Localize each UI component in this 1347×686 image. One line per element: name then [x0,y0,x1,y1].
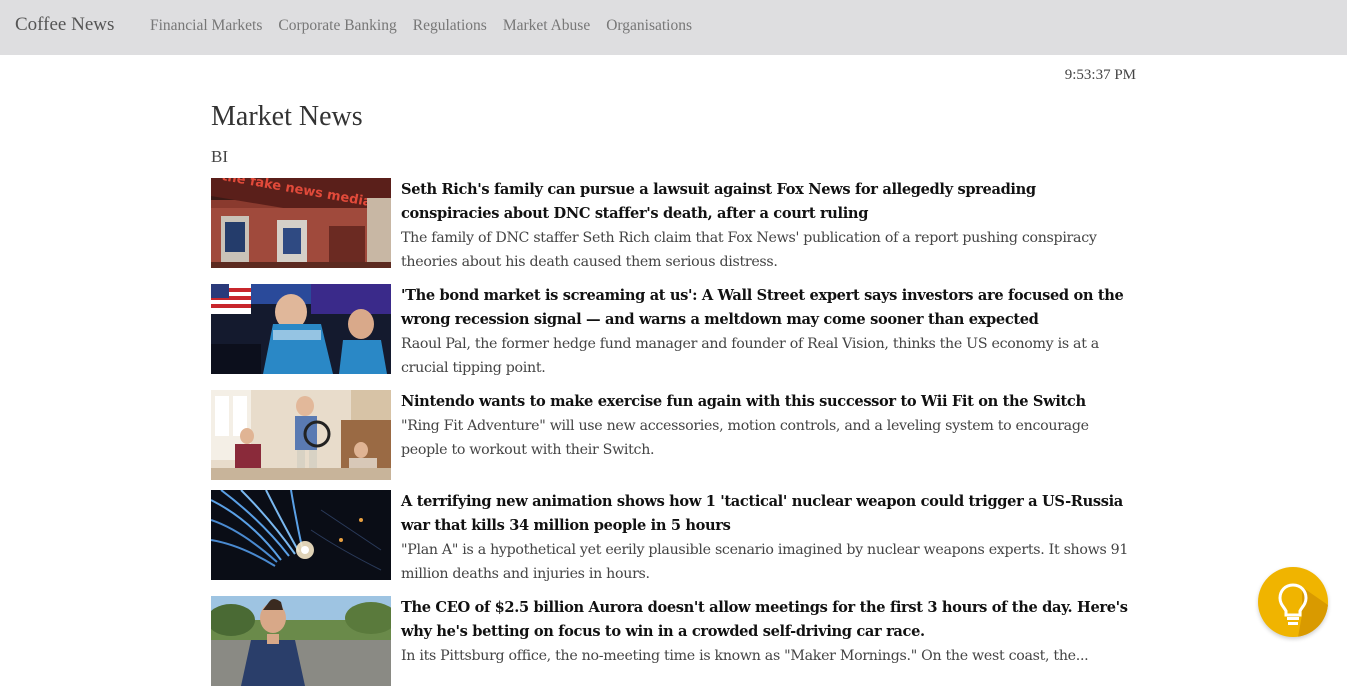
article-thumbnail[interactable] [211,284,391,374]
nav-link-organisations[interactable]: Organisations [606,17,692,35]
nav-link-regulations[interactable]: Regulations [413,17,487,35]
article-summary: The family of DNC staffer Seth Rich clai… [401,230,1097,270]
article-summary: "Plan A" is a hypothetical yet eerily pl… [401,542,1129,582]
lightbulb-icon [1278,583,1328,637]
article-headline[interactable]: Seth Rich's family can pursue a lawsuit … [401,178,1136,226]
article-headline[interactable]: The CEO of $2.5 billion Aurora doesn't a… [401,596,1136,644]
navbar: Coffee News Financial Markets Corporate … [0,0,1347,55]
article-summary: "Ring Fit Adventure" will use new access… [401,418,1089,458]
nav-links: Financial Markets Corporate Banking Regu… [150,17,692,35]
article-text: The CEO of $2.5 billion Aurora doesn't a… [401,596,1136,668]
article-summary: In its Pittsburg office, the no-meeting … [401,648,1089,664]
page-title: Market News [211,101,363,132]
article-thumbnail[interactable] [211,390,391,480]
article-thumbnail[interactable]: the fake news media [211,178,391,268]
source-label: BI [211,147,228,166]
article-thumbnail[interactable] [211,596,391,686]
article-text: 'The bond market is screaming at us': A … [401,284,1136,380]
article-summary: Raoul Pal, the former hedge fund manager… [401,336,1099,376]
nav-link-financial-markets[interactable]: Financial Markets [150,17,262,35]
article-text: Nintendo wants to make exercise fun agai… [401,390,1136,462]
brand-link[interactable]: Coffee News [15,14,114,36]
article-text: Seth Rich's family can pursue a lawsuit … [401,178,1136,274]
article-headline[interactable]: Nintendo wants to make exercise fun agai… [401,390,1136,414]
nav-link-market-abuse[interactable]: Market Abuse [503,17,590,35]
nav-link-corporate-banking[interactable]: Corporate Banking [278,17,396,35]
article-thumbnail[interactable] [211,490,391,580]
lightbulb-fab-button[interactable] [1258,567,1328,637]
clock: 9:53:37 PM [1064,67,1136,83]
article-text: A terrifying new animation shows how 1 '… [401,490,1136,586]
article-headline[interactable]: A terrifying new animation shows how 1 '… [401,490,1136,538]
article-headline[interactable]: 'The bond market is screaming at us': A … [401,284,1136,332]
